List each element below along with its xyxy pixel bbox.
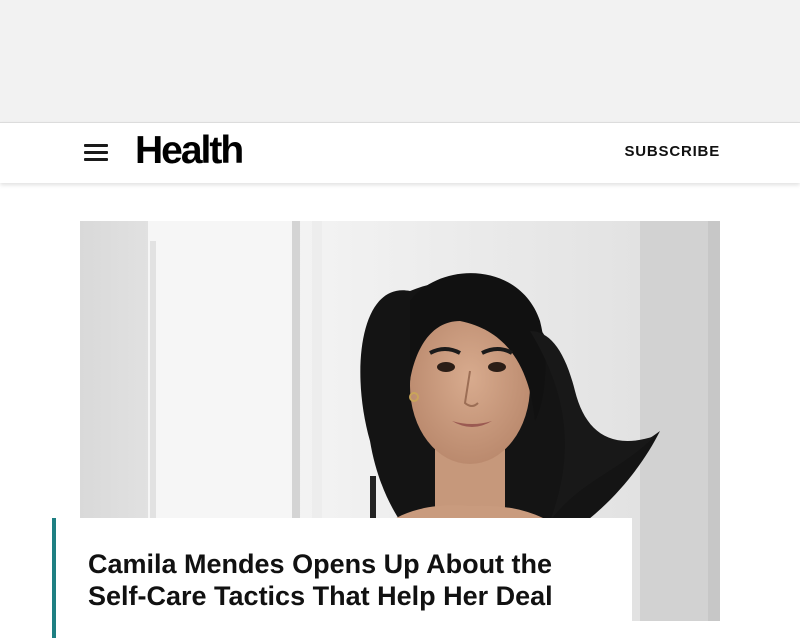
article-title-card: Camila Mendes Opens Up About the Self-Ca…: [52, 518, 632, 638]
menu-line: [84, 158, 108, 161]
site-header: Health SUBSCRIBE: [0, 122, 800, 183]
site-logo[interactable]: Health: [135, 129, 244, 173]
hamburger-menu-icon[interactable]: [82, 140, 110, 164]
article-title: Camila Mendes Opens Up About the Self-Ca…: [88, 549, 553, 611]
menu-line: [84, 151, 108, 154]
subscribe-button[interactable]: SUBSCRIBE: [624, 143, 720, 160]
menu-line: [84, 144, 108, 147]
ad-slot: [0, 0, 800, 122]
